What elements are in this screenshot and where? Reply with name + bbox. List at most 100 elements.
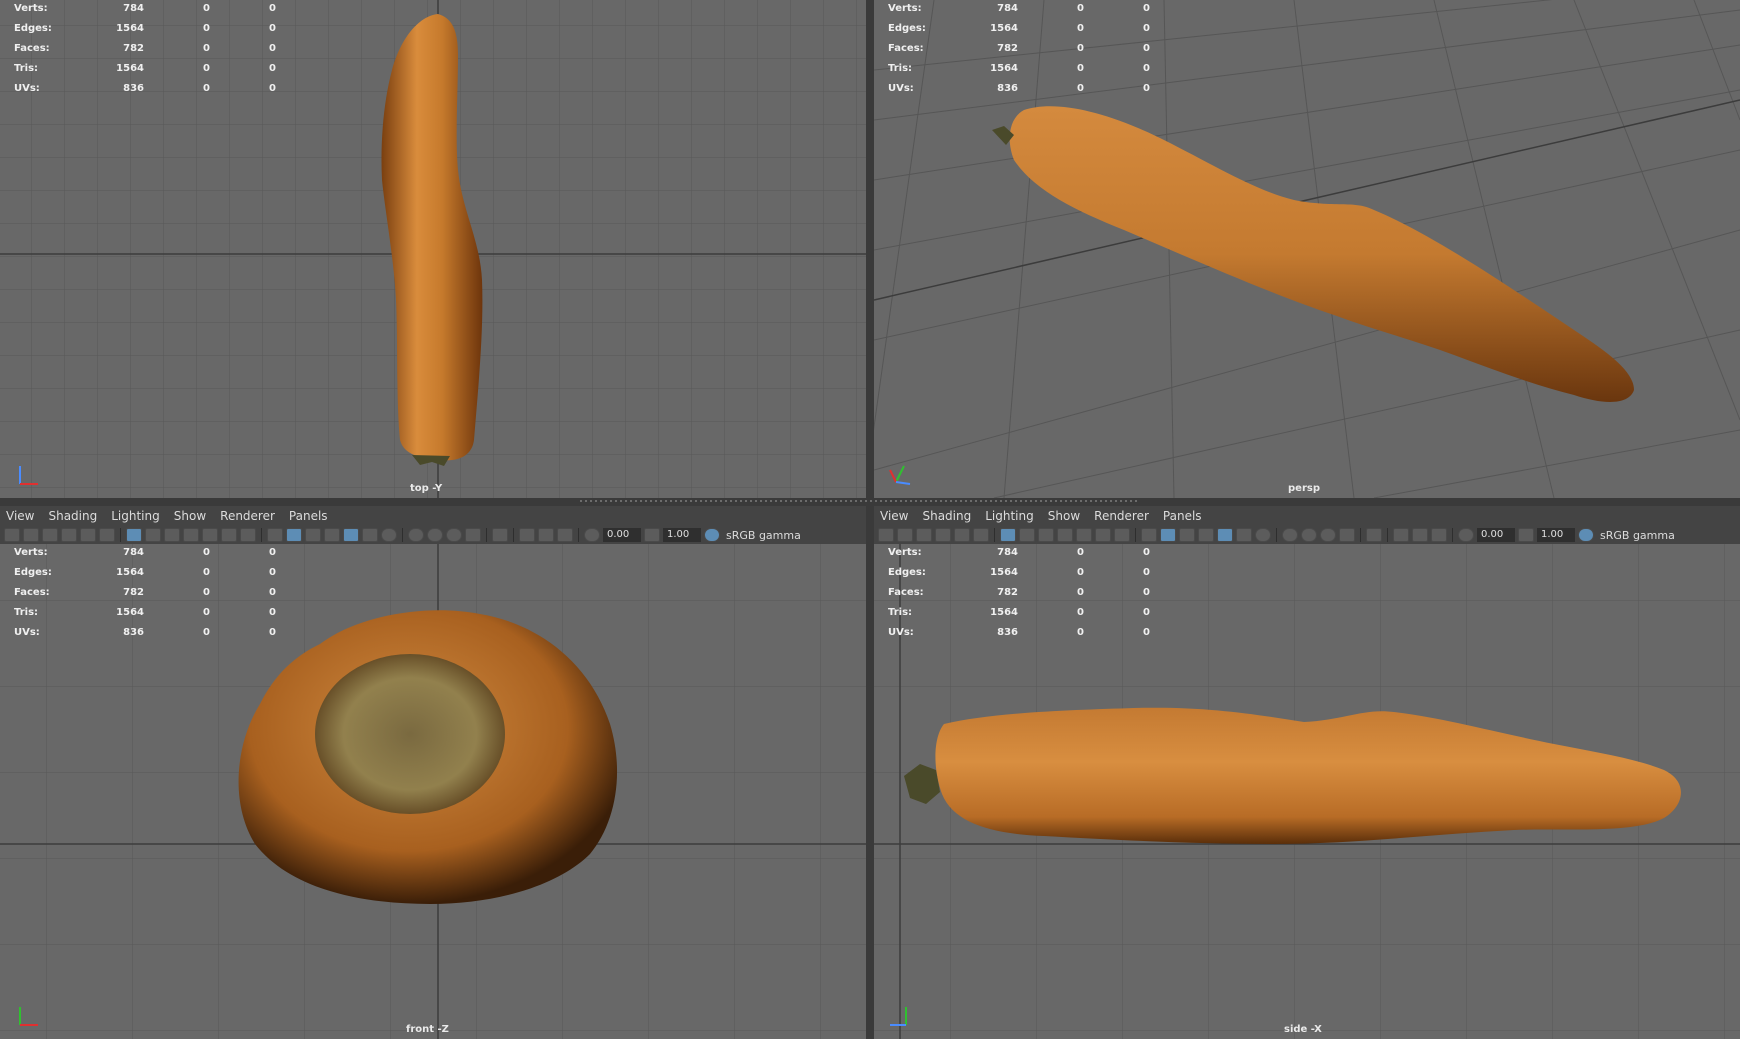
two-d-pan-icon[interactable] — [80, 528, 96, 542]
field-chart-icon[interactable] — [1076, 528, 1092, 542]
xray-icon[interactable] — [1393, 528, 1409, 542]
wireframe-on-shaded-icon[interactable] — [1179, 528, 1195, 542]
grease-pencil-icon[interactable] — [99, 528, 115, 542]
menu-show[interactable]: Show — [174, 509, 206, 523]
field-chart-icon[interactable] — [202, 528, 218, 542]
motion-blur-icon[interactable] — [427, 528, 443, 542]
depth-of-field-icon[interactable] — [465, 528, 481, 542]
textured-icon[interactable] — [1217, 528, 1233, 542]
xray-active-icon[interactable] — [1412, 528, 1428, 542]
stat-value: 0 — [269, 587, 276, 598]
viewport-side[interactable]: Verts: 784 0 0 Edges: 1564 0 0 Faces: 782 0 0 Tri… — [874, 544, 1740, 1039]
exposure-field[interactable]: 0.00 — [603, 528, 641, 542]
color-management-icon[interactable] — [704, 528, 720, 542]
default-material-icon[interactable] — [1198, 528, 1214, 542]
wireframe-icon[interactable] — [1141, 528, 1157, 542]
lighting-icon[interactable] — [362, 528, 378, 542]
menu-view[interactable]: View — [6, 509, 34, 523]
stat-value: 836 — [123, 83, 144, 94]
image-plane-icon[interactable] — [935, 528, 951, 542]
film-gate-icon[interactable] — [145, 528, 161, 542]
xray-active-icon[interactable] — [538, 528, 554, 542]
menu-renderer[interactable]: Renderer — [1094, 509, 1149, 523]
anti-aliasing-icon[interactable] — [446, 528, 462, 542]
menu-renderer[interactable]: Renderer — [220, 509, 275, 523]
stat-label: Edges: — [888, 23, 926, 34]
safe-title-icon[interactable] — [240, 528, 256, 542]
isolate-icon[interactable] — [492, 528, 508, 542]
depth-of-field-icon[interactable] — [1339, 528, 1355, 542]
smooth-shade-icon[interactable] — [1160, 528, 1176, 542]
stat-value: 784 — [997, 547, 1018, 558]
color-management-icon[interactable] — [1578, 528, 1594, 542]
color-space-label[interactable]: sRGB gamma — [726, 529, 801, 542]
grid-icon[interactable] — [1000, 528, 1016, 542]
menu-shading[interactable]: Shading — [922, 509, 971, 523]
gamma-icon[interactable] — [644, 528, 660, 542]
stat-value: 0 — [1143, 567, 1150, 578]
xray-icon[interactable] — [519, 528, 535, 542]
two-d-pan-icon[interactable] — [954, 528, 970, 542]
menu-panels[interactable]: Panels — [289, 509, 328, 523]
film-gate-icon[interactable] — [1019, 528, 1035, 542]
camera-icon[interactable] — [878, 528, 894, 542]
gamma-icon[interactable] — [1518, 528, 1534, 542]
panel-menu: View Shading Lighting Show Renderer Pane… — [0, 506, 866, 526]
image-plane-icon[interactable] — [61, 528, 77, 542]
lighting-icon[interactable] — [1236, 528, 1252, 542]
ambient-occlusion-icon[interactable] — [408, 528, 424, 542]
gate-mask-icon[interactable] — [1057, 528, 1073, 542]
wireframe-icon[interactable] — [267, 528, 283, 542]
exposure-field[interactable]: 0.00 — [1477, 528, 1515, 542]
exposure-icon[interactable] — [1458, 528, 1474, 542]
menu-view[interactable]: View — [880, 509, 908, 523]
motion-blur-icon[interactable] — [1301, 528, 1317, 542]
pane-resize-handle[interactable] — [580, 500, 1140, 502]
safe-action-icon[interactable] — [221, 528, 237, 542]
safe-action-icon[interactable] — [1095, 528, 1111, 542]
stat-value: 782 — [997, 587, 1018, 598]
bookmark-icon[interactable] — [42, 528, 58, 542]
viewport-front[interactable]: Verts: 784 0 0 Edges: 1564 0 0 Faces: 782 0 0 Tri… — [0, 544, 866, 1039]
menu-panels[interactable]: Panels — [1163, 509, 1202, 523]
shadows-icon[interactable] — [381, 528, 397, 542]
menu-lighting[interactable]: Lighting — [111, 509, 160, 523]
shadows-icon[interactable] — [1255, 528, 1271, 542]
gamma-field[interactable]: 1.00 — [1537, 528, 1575, 542]
smooth-shade-icon[interactable] — [286, 528, 302, 542]
menu-show[interactable]: Show — [1048, 509, 1080, 523]
select-camera-icon[interactable] — [23, 528, 39, 542]
xray-joints-icon[interactable] — [1431, 528, 1447, 542]
safe-title-icon[interactable] — [1114, 528, 1130, 542]
stat-value: 0 — [269, 567, 276, 578]
isolate-icon[interactable] — [1366, 528, 1382, 542]
stat-value: 784 — [123, 547, 144, 558]
stat-label: Tris: — [14, 63, 39, 74]
wireframe-on-shaded-icon[interactable] — [305, 528, 321, 542]
exposure-icon[interactable] — [584, 528, 600, 542]
select-camera-icon[interactable] — [897, 528, 913, 542]
xray-joints-icon[interactable] — [557, 528, 573, 542]
stat-value: 0 — [269, 23, 276, 34]
viewport-divider-vertical[interactable] — [866, 0, 874, 1039]
default-material-icon[interactable] — [324, 528, 340, 542]
camera-icon[interactable] — [4, 528, 20, 542]
stat-value: 0 — [1143, 627, 1150, 638]
gamma-field[interactable]: 1.00 — [663, 528, 701, 542]
grease-pencil-icon[interactable] — [973, 528, 989, 542]
menu-shading[interactable]: Shading — [48, 509, 97, 523]
viewport-persp[interactable]: Verts: 784 0 0 Edges: 1564 0 0 Faces: 782 0 0 Tri… — [874, 0, 1740, 498]
stat-value: 1564 — [990, 567, 1018, 578]
textured-icon[interactable] — [343, 528, 359, 542]
stat-label: UVs: — [888, 83, 914, 94]
viewport-top[interactable]: Verts: 784 0 0 Edges: 1564 0 0 Faces: 782 0 0 Tri… — [0, 0, 866, 498]
color-space-label[interactable]: sRGB gamma — [1600, 529, 1675, 542]
bookmark-icon[interactable] — [916, 528, 932, 542]
grid-icon[interactable] — [126, 528, 142, 542]
resolution-gate-icon[interactable] — [1038, 528, 1054, 542]
gate-mask-icon[interactable] — [183, 528, 199, 542]
ambient-occlusion-icon[interactable] — [1282, 528, 1298, 542]
menu-lighting[interactable]: Lighting — [985, 509, 1034, 523]
resolution-gate-icon[interactable] — [164, 528, 180, 542]
anti-aliasing-icon[interactable] — [1320, 528, 1336, 542]
